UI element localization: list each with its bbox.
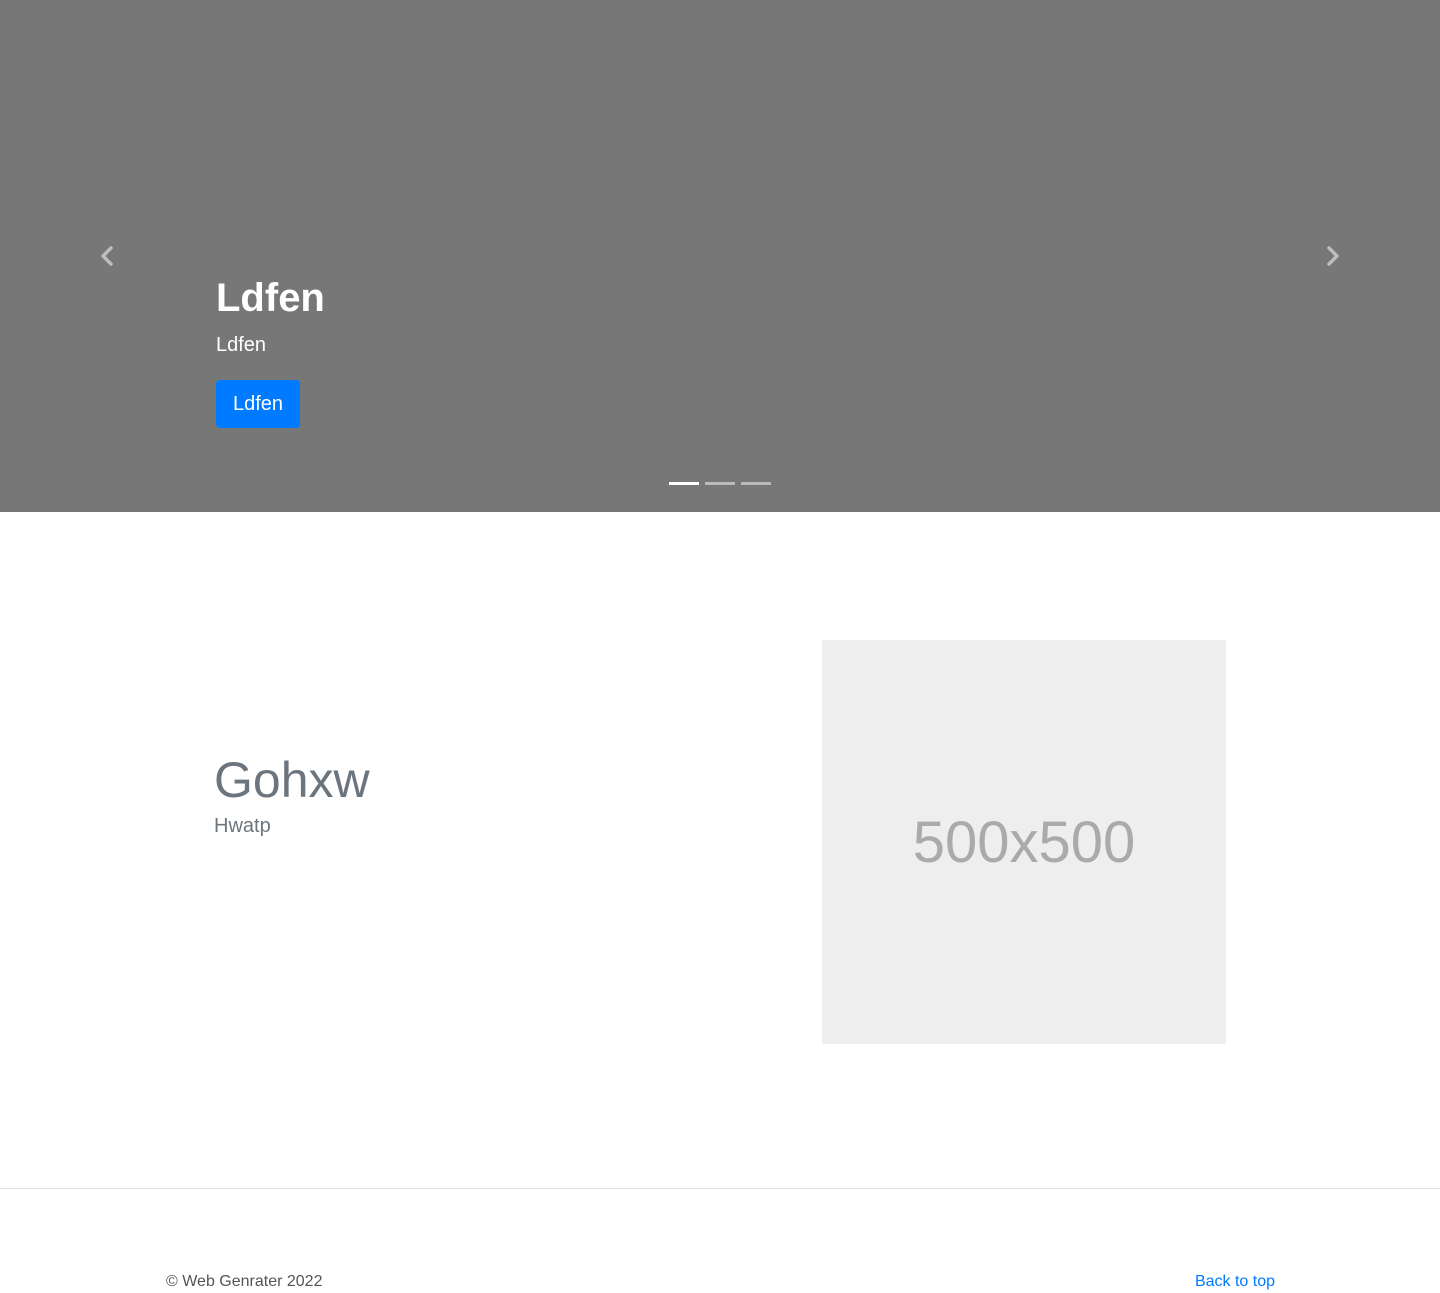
footer-divider — [0, 1188, 1440, 1189]
footer-copyright: © Web Genrater 2022 — [166, 1273, 323, 1290]
feature-image-placeholder: 500x500 — [822, 640, 1226, 1044]
carousel-indicator-3[interactable] — [741, 482, 771, 485]
placeholder-label: 500x500 — [912, 809, 1136, 875]
carousel-indicator-1[interactable] — [669, 482, 699, 485]
carousel-caption: Ldfen Ldfen Ldfen — [216, 272, 325, 428]
feature-text: Gohxw Hwatp — [214, 750, 370, 840]
carousel-title: Ldfen — [216, 276, 325, 320]
feature-heading: Gohxw — [214, 752, 370, 808]
carousel-indicators — [669, 482, 771, 485]
feature-subheading: Hwatp — [214, 815, 271, 837]
carousel-indicator-2[interactable] — [705, 482, 735, 485]
carousel-next-button[interactable] — [1316, 240, 1348, 272]
hero-carousel: Ldfen Ldfen Ldfen — [0, 0, 1440, 512]
carousel-cta-button[interactable]: Ldfen — [216, 380, 301, 428]
carousel-prev-button[interactable] — [92, 240, 124, 272]
chevron-left-icon — [101, 246, 113, 266]
chevron-right-icon — [1327, 246, 1339, 266]
carousel-subtitle: Ldfen — [216, 334, 267, 356]
back-to-top-link[interactable]: Back to top — [1195, 1271, 1275, 1293]
